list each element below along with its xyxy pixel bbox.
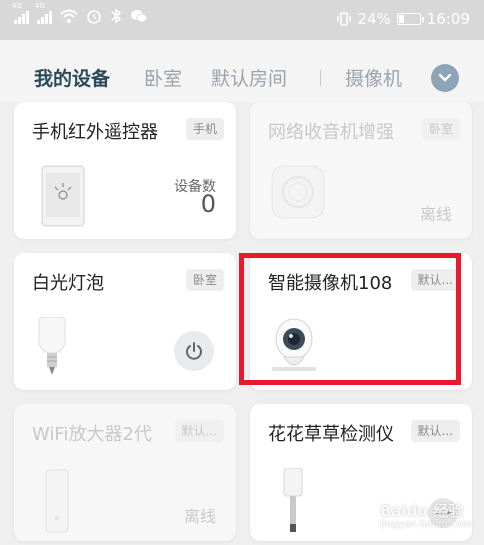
wechat-icon xyxy=(131,10,148,23)
tab-divider xyxy=(320,70,321,86)
wifi-icon xyxy=(60,9,78,23)
room-badge: 卧室 xyxy=(421,118,460,140)
device-name: 网络收音机增强 xyxy=(268,122,394,143)
device-card-wifi-extender[interactable]: WiFi放大器2代 默认... 离线 xyxy=(14,404,236,541)
alarm-icon xyxy=(87,10,101,24)
wifi-extender-image xyxy=(45,469,69,533)
device-name: WiFi放大器2代 xyxy=(32,424,152,445)
device-count: 0 xyxy=(200,190,216,218)
plant-sensor-image xyxy=(283,468,303,532)
radio-image xyxy=(271,165,325,219)
device-card-network-radio[interactable]: 网络收音机增强 卧室 离线 xyxy=(250,102,472,239)
tab-my-devices[interactable]: 我的设备 xyxy=(34,64,110,91)
tab-bedroom[interactable]: 卧室 xyxy=(144,64,182,91)
room-badge: 手机 xyxy=(185,118,224,140)
room-tabs: 我的设备 卧室 默认房间 摄像机 xyxy=(0,40,484,102)
power-toggle-button[interactable] xyxy=(174,331,214,371)
device-name: 智能摄像机108 xyxy=(268,273,393,294)
battery-percent: 24% xyxy=(357,10,391,28)
battery-icon xyxy=(396,13,424,25)
baidu-watermark: Baidu 经验 jingyan.baidu.com xyxy=(380,500,472,530)
power-icon xyxy=(186,342,202,360)
camera-image xyxy=(272,318,316,371)
chevron-down-icon xyxy=(438,73,452,82)
vibrate-icon xyxy=(337,12,352,26)
expand-tabs-button[interactable] xyxy=(431,64,459,92)
device-name: 花花草草检测仪 xyxy=(268,424,394,445)
device-name: 手机红外遥控器 xyxy=(32,122,158,143)
phone-image xyxy=(41,165,85,227)
device-card-smart-camera[interactable]: 智能摄像机108 默认... xyxy=(250,253,472,390)
signal-icon: 4G xyxy=(35,2,52,24)
room-badge: 默认... xyxy=(410,420,460,442)
room-badge: 卧室 xyxy=(185,269,224,291)
room-badge: 默认... xyxy=(174,420,224,442)
device-card-ir-remote[interactable]: 手机红外遥控器 手机 设备数 0 xyxy=(14,102,236,239)
watermark-brand: Baidu 经验 xyxy=(380,502,464,520)
offline-status: 离线 xyxy=(419,205,452,224)
bulb-image xyxy=(38,317,66,375)
offline-status: 离线 xyxy=(183,507,216,526)
tab-default-room[interactable]: 默认房间 xyxy=(211,64,287,91)
device-card-white-bulb[interactable]: 白光灯泡 卧室 xyxy=(14,253,236,390)
clock: 16:09 xyxy=(426,10,470,28)
watermark-url: jingyan.baidu.com xyxy=(380,519,473,530)
room-badge: 默认... xyxy=(410,269,460,291)
tab-camera[interactable]: 摄像机 xyxy=(345,64,402,91)
bluetooth-icon xyxy=(111,8,122,24)
status-bar: 4G 4G 24% 16:09 xyxy=(0,0,484,40)
device-name: 白光灯泡 xyxy=(32,273,104,294)
signal-icon: 4G xyxy=(12,2,29,24)
